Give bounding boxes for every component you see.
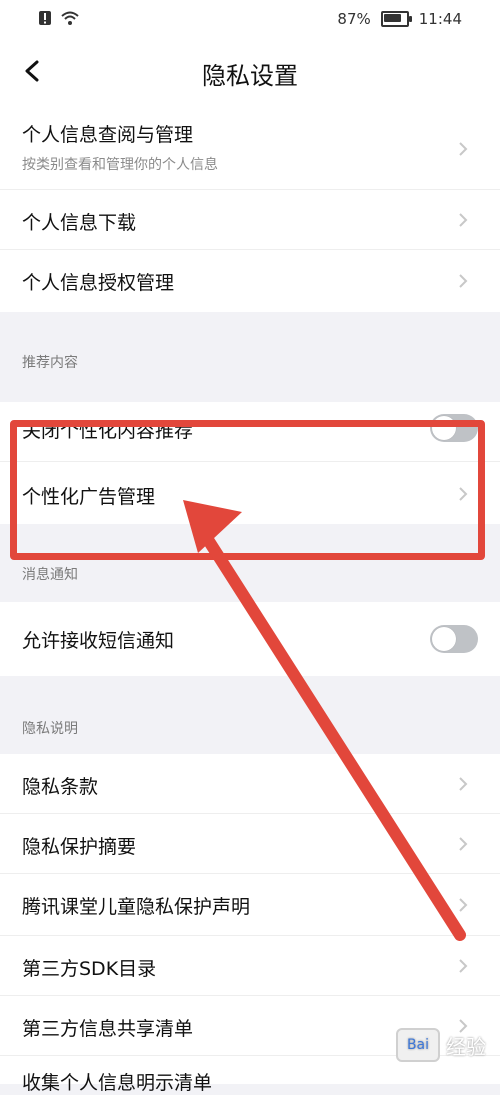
section-title: 推荐内容 xyxy=(22,355,78,371)
row-privacy-terms[interactable]: 隐私条款 xyxy=(0,754,500,814)
row-label: 允许接收短信通知 xyxy=(22,630,175,652)
row-children-privacy[interactable]: 腾讯课堂儿童隐私保护声明 xyxy=(0,874,500,936)
row-label: 腾讯课堂儿童隐私保护声明 xyxy=(22,896,251,918)
row-allow-sms[interactable]: 允许接收短信通知 xyxy=(0,602,500,676)
section-title: 隐私说明 xyxy=(22,721,78,737)
row-label: 隐私条款 xyxy=(22,776,99,798)
row-label: 个人信息授权管理 xyxy=(22,272,175,294)
battery-fill xyxy=(383,14,401,22)
toggle-knob xyxy=(432,627,456,651)
battery-percent: 87% xyxy=(337,10,371,28)
row-label: 收集个人信息明示清单 xyxy=(22,1072,213,1094)
row-label: 第三方SDK目录 xyxy=(22,958,157,980)
row-personal-info-auth[interactable]: 个人信息授权管理 xyxy=(0,250,500,312)
battery-icon xyxy=(380,11,412,27)
status-bar: 87% 11:44 xyxy=(0,0,500,38)
row-privacy-summary[interactable]: 隐私保护摘要 xyxy=(0,814,500,874)
section-privacy: 隐私说明 xyxy=(0,676,500,754)
status-left xyxy=(38,10,80,26)
highlight-box xyxy=(10,420,485,560)
watermark-text: 经验 xyxy=(446,1034,486,1059)
chevron-right-icon xyxy=(459,777,468,791)
watermark-logo: Bai xyxy=(396,1028,440,1062)
row-third-sdk[interactable]: 第三方SDK目录 xyxy=(0,936,500,996)
watermark: Bai 经验 xyxy=(396,1028,486,1062)
chevron-right-icon xyxy=(459,898,468,912)
row-personal-info-view[interactable]: 个人信息查阅与管理 按类别查看和管理你的个人信息 xyxy=(0,108,500,190)
section-recommend: 推荐内容 xyxy=(0,312,500,402)
row-label: 个人信息查阅与管理 xyxy=(22,124,194,146)
alert-icon xyxy=(39,11,51,25)
chevron-right-icon xyxy=(459,274,468,288)
row-personal-info-download[interactable]: 个人信息下载 xyxy=(0,190,500,250)
nav-header: 隐私设置 xyxy=(0,38,500,109)
wifi-icon xyxy=(61,11,79,25)
chevron-right-icon xyxy=(459,959,468,973)
chevron-right-icon xyxy=(459,142,468,156)
row-label: 第三方信息共享清单 xyxy=(22,1018,194,1040)
chevron-right-icon xyxy=(459,837,468,851)
row-label: 个人信息下载 xyxy=(22,212,137,234)
section-title: 消息通知 xyxy=(22,567,78,583)
status-right: 87% 11:44 xyxy=(337,10,462,28)
page-title: 隐私设置 xyxy=(202,62,298,90)
chevron-right-icon xyxy=(459,213,468,227)
sms-toggle[interactable] xyxy=(430,625,478,653)
row-subtitle: 按类别查看和管理你的个人信息 xyxy=(22,157,218,173)
clock: 11:44 xyxy=(418,10,462,28)
row-label: 隐私保护摘要 xyxy=(22,836,137,858)
